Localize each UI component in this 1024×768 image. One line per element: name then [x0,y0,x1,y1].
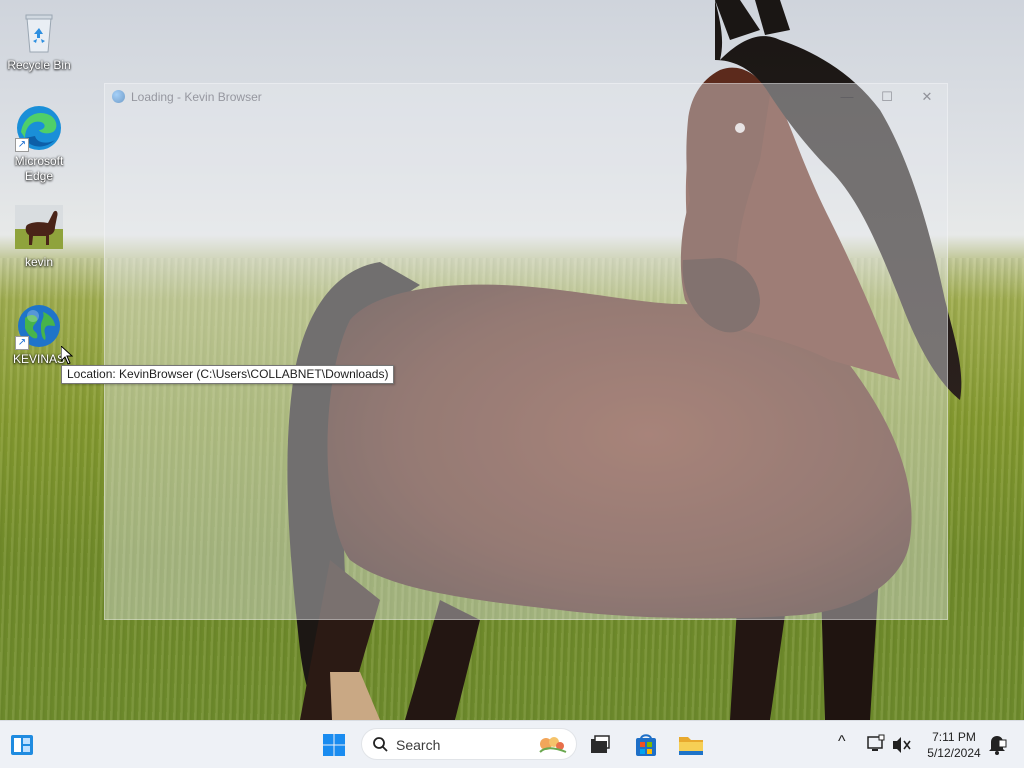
desktop-icon-recycle-bin[interactable]: Recycle Bin [1,8,77,73]
location-tooltip: Location: KevinBrowser (C:\Users\COLLABN… [61,365,395,384]
show-hidden-icons-button[interactable]: ^ [828,727,860,763]
folder-icon [679,737,703,755]
search-icon [373,737,388,752]
taskbar-clock[interactable]: 7:11 PM 5/12/2024 [920,729,988,761]
chevron-up-icon: ^ [838,733,846,750]
clock-time: 7:11 PM [932,730,976,744]
minimize-button[interactable]: — [829,87,865,107]
windows-logo-icon [323,734,345,756]
notifications-button[interactable] [984,727,1010,763]
recycle-bin-icon [15,8,63,56]
widgets-button[interactable] [4,727,40,763]
widgets-icon [11,735,33,755]
start-button[interactable] [316,727,352,763]
taskbar-search-box[interactable]: Search [361,728,577,760]
shortcut-arrow-icon: ↗ [15,336,29,350]
network-icon [867,734,885,751]
kevin-browser-loading-window[interactable]: Loading - Kevin Browser — ☐ ✕ [104,83,948,620]
search-highlight-flower-icon [539,737,567,753]
desktop-icon-label: Microsoft Edge [14,154,64,183]
speaker-muted-icon [893,737,911,753]
maximize-button[interactable]: ☐ [869,87,905,107]
store-bag-icon [636,734,656,756]
desktop-icon-microsoft-edge[interactable]: ↗ Microsoft Edge [1,104,77,184]
horse-thumbnail-icon [15,205,63,253]
taskbar: Search ^ 7:11 PM 5/12/2024 [0,720,1024,768]
desktop-icon-label: kevin [24,255,53,269]
file-explorer-button[interactable] [673,727,709,763]
volume-tray-button[interactable] [890,727,914,763]
desktop-icon-label: Recycle Bin [7,58,71,72]
network-tray-button[interactable] [864,727,888,763]
window-title: Loading - Kevin Browser [131,90,262,104]
mouse-cursor-icon [61,346,73,365]
clock-date: 5/12/2024 [927,746,981,760]
task-view-button[interactable] [582,727,618,763]
close-button[interactable]: ✕ [909,87,945,107]
edge-icon: ↗ [15,104,63,152]
shortcut-arrow-icon: ↗ [15,138,29,152]
browser-globe-icon [112,90,125,103]
window-titlebar[interactable]: Loading - Kevin Browser — ☐ ✕ [105,84,947,110]
globe-icon: ↗ [15,302,63,350]
task-view-icon [591,735,610,753]
search-label: Search [396,737,441,753]
desktop-icon-kevin[interactable]: kevin [1,205,77,270]
bell-icon [989,736,1007,755]
microsoft-store-button[interactable] [628,727,664,763]
